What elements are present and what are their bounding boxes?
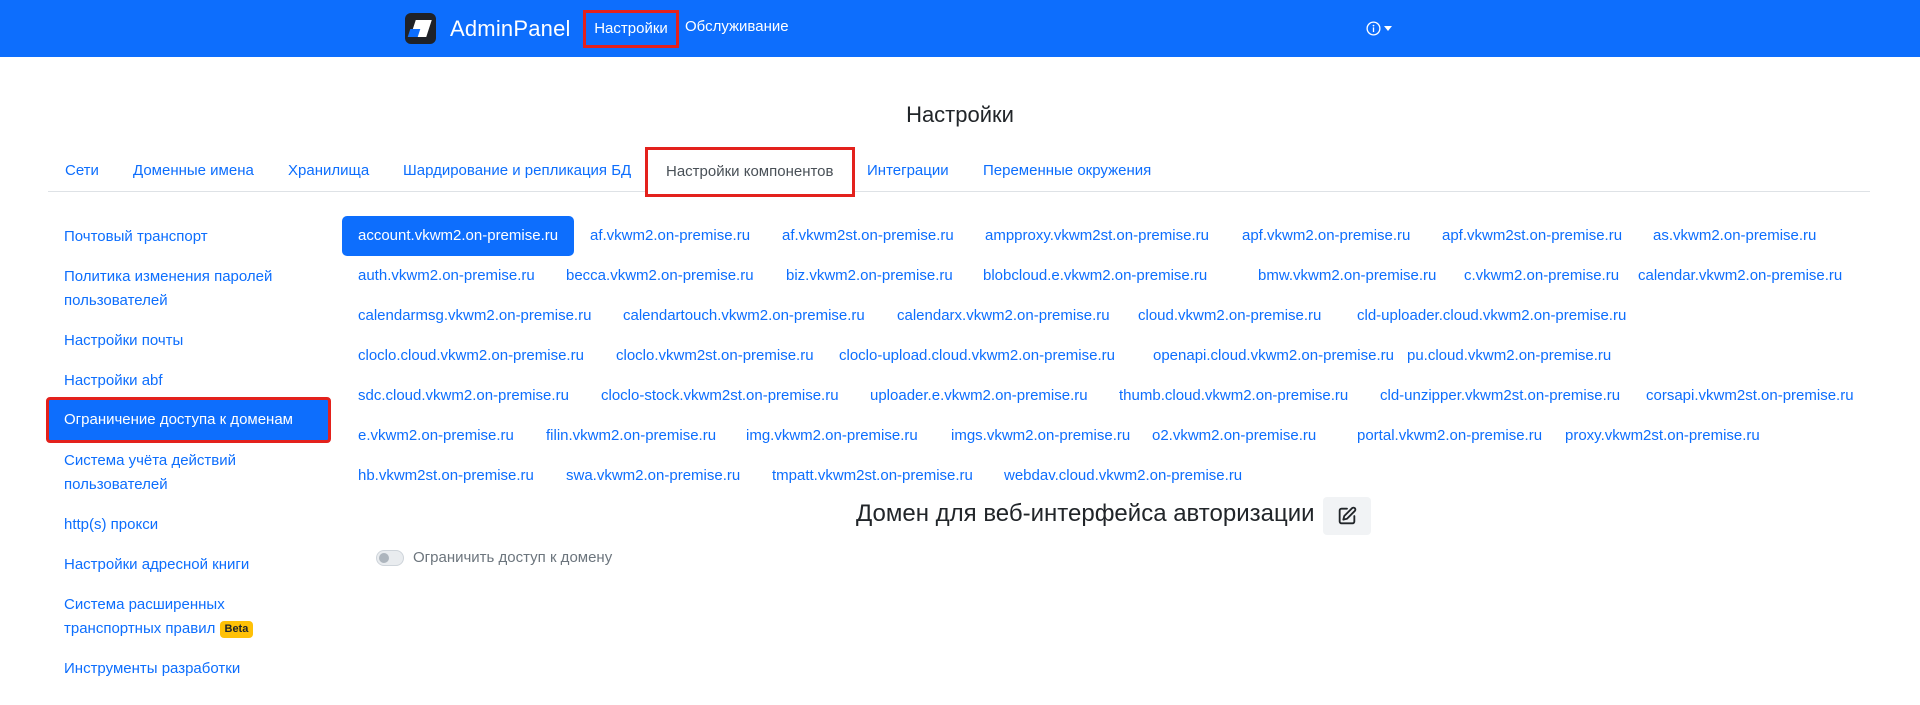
domain-pill[interactable]: swa.vkwm2.on-premise.ru xyxy=(550,456,756,496)
domain-pill[interactable]: openapi.cloud.vkwm2.on-premise.ru xyxy=(1137,336,1410,376)
sidebar-item-label: Система учёта действий xyxy=(64,452,237,469)
domain-pill[interactable]: ampproxy.vkwm2st.on-premise.ru xyxy=(969,216,1225,256)
edit-icon xyxy=(1338,506,1357,525)
domain-pill[interactable]: pu.cloud.vkwm2.on-premise.ru xyxy=(1391,336,1627,376)
restrict-access-label: Ограничить доступ к домену xyxy=(413,549,613,566)
edit-button[interactable] xyxy=(1323,497,1371,535)
sidebar-item-label: Настройки почты xyxy=(64,332,184,349)
domain-pill[interactable]: calendartouch.vkwm2.on-premise.ru xyxy=(607,296,881,336)
restrict-access-row: Ограничить доступ к домену xyxy=(376,549,612,566)
sidebar-item-abf-settings[interactable]: Настройки abf xyxy=(46,369,331,393)
brand-name: AdminPanel xyxy=(450,15,571,41)
info-dropdown[interactable] xyxy=(1366,21,1392,36)
sidebar-item-mail-settings[interactable]: Настройки почты xyxy=(46,329,331,353)
domain-pill[interactable]: apf.vkwm2.on-premise.ru xyxy=(1226,216,1426,256)
tab-domain-names[interactable]: Доменные имена xyxy=(133,162,254,179)
domain-pill[interactable]: o2.vkwm2.on-premise.ru xyxy=(1136,416,1332,456)
tab-networks[interactable]: Сети xyxy=(65,162,99,179)
sidebar-item-user-activity-audit[interactable]: Система учёта действий пользователей xyxy=(46,449,331,497)
sidebar-item-label: пользователей xyxy=(64,292,168,309)
domain-pill[interactable]: apf.vkwm2st.on-premise.ru xyxy=(1426,216,1638,256)
domain-pill[interactable]: sdc.cloud.vkwm2.on-premise.ru xyxy=(342,376,585,416)
domain-pill[interactable]: cloclo-upload.cloud.vkwm2.on-premise.ru xyxy=(823,336,1131,376)
domain-pill[interactable]: cloud.vkwm2.on-premise.ru xyxy=(1122,296,1337,336)
domain-pill[interactable]: c.vkwm2.on-premise.ru xyxy=(1448,256,1635,296)
chevron-down-icon xyxy=(1384,26,1392,31)
info-circle-icon xyxy=(1366,21,1381,36)
brand[interactable]: AdminPanel xyxy=(405,13,571,44)
domain-pill[interactable]: proxy.vkwm2st.on-premise.ru xyxy=(1549,416,1776,456)
domain-pill[interactable]: portal.vkwm2.on-premise.ru xyxy=(1341,416,1558,456)
tab-component-settings[interactable]: Настройки компонентов xyxy=(645,147,855,197)
domain-pill[interactable]: bmw.vkwm2.on-premise.ru xyxy=(1242,256,1452,296)
sidebar-item-extended-transport-rules[interactable]: Система расширенных транспортных правил … xyxy=(46,593,331,641)
domain-pill[interactable]: biz.vkwm2.on-premise.ru xyxy=(770,256,969,296)
settings-tabs: Сети Доменные имена Хранилища Шардирован… xyxy=(48,145,1870,197)
domain-pill[interactable]: cld-unzipper.vkwm2st.on-premise.ru xyxy=(1364,376,1636,416)
sidebar-item-label: http(s) прокси xyxy=(64,516,159,533)
domain-pill[interactable]: img.vkwm2.on-premise.ru xyxy=(730,416,934,456)
domain-pill[interactable]: calendar.vkwm2.on-premise.ru xyxy=(1622,256,1858,296)
domain-pill[interactable]: filin.vkwm2.on-premise.ru xyxy=(530,416,732,456)
domain-pill[interactable]: cld-uploader.cloud.vkwm2.on-premise.ru xyxy=(1341,296,1642,336)
sidebar-item-address-book-settings[interactable]: Настройки адресной книги xyxy=(46,553,331,577)
domain-pill[interactable]: cloclo-stock.vkwm2st.on-premise.ru xyxy=(585,376,855,416)
sidebar-item-label: Система расширенных xyxy=(64,596,225,613)
sidebar-item-label: Почтовый транспорт xyxy=(64,228,208,245)
domain-pill[interactable]: becca.vkwm2.on-premise.ru xyxy=(550,256,770,296)
domain-pill[interactable]: calendarmsg.vkwm2.on-premise.ru xyxy=(342,296,607,336)
app-logo-icon xyxy=(405,13,436,44)
tab-integrations[interactable]: Интеграции xyxy=(867,162,949,179)
restrict-access-toggle[interactable] xyxy=(376,549,404,566)
domain-pill[interactable]: as.vkwm2.on-premise.ru xyxy=(1637,216,1832,256)
domain-pill[interactable]: calendarx.vkwm2.on-premise.ru xyxy=(881,296,1126,336)
tab-storages[interactable]: Хранилища xyxy=(288,162,369,179)
sidebar-item-label: пользователей xyxy=(64,476,168,493)
tab-environment-variables[interactable]: Переменные окружения xyxy=(983,162,1151,179)
sidebar-item-developer-tools[interactable]: Инструменты разработки xyxy=(46,657,331,681)
domain-pill[interactable]: blobcloud.e.vkwm2.on-premise.ru xyxy=(967,256,1223,296)
sidebar-item-http-proxy[interactable]: http(s) прокси xyxy=(46,513,331,537)
sidebar-item-label: Ограничение доступа к доменам xyxy=(64,411,293,428)
page-title: Настройки xyxy=(906,102,1014,127)
sidebar-item-mail-transport[interactable]: Почтовый транспорт xyxy=(46,225,331,249)
tab-db-sharding[interactable]: Шардирование и репликация БД xyxy=(403,162,631,179)
domain-pill[interactable]: auth.vkwm2.on-premise.ru xyxy=(342,256,551,296)
sidebar-item-label: Инструменты разработки xyxy=(64,660,241,677)
domain-pill[interactable]: thumb.cloud.vkwm2.on-premise.ru xyxy=(1103,376,1364,416)
sidebar-item-label: Политика изменения паролей xyxy=(64,268,273,285)
domain-pill[interactable]: account.vkwm2.on-premise.ru xyxy=(342,216,575,256)
nav-link-settings[interactable]: Настройки xyxy=(583,10,679,48)
section-title: Домен для веб-интерфейса авторизации xyxy=(856,500,1315,527)
domain-pill[interactable]: cloclo.vkwm2st.on-premise.ru xyxy=(600,336,830,376)
domain-pill[interactable]: hb.vkwm2st.on-premise.ru xyxy=(342,456,550,496)
domain-pill[interactable]: af.vkwm2.on-premise.ru xyxy=(574,216,766,256)
domain-pill[interactable]: cloclo.cloud.vkwm2.on-premise.ru xyxy=(342,336,600,376)
sidebar-item-label: транспортных правил xyxy=(64,620,216,637)
domain-pill[interactable]: af.vkwm2st.on-premise.ru xyxy=(766,216,970,256)
domain-pill[interactable]: tmpatt.vkwm2st.on-premise.ru xyxy=(756,456,989,496)
beta-badge: Beta xyxy=(219,620,254,638)
sidebar-item-password-policy[interactable]: Политика изменения паролей пользователей xyxy=(46,265,331,313)
sidebar-item-label: Настройки адресной книги xyxy=(64,556,250,573)
domain-pill[interactable]: corsapi.vkwm2st.on-premise.ru xyxy=(1630,376,1870,416)
domain-pill[interactable]: webdav.cloud.vkwm2.on-premise.ru xyxy=(988,456,1258,496)
top-navbar: AdminPanel Настройки Обслуживание xyxy=(0,0,1920,57)
sidebar-item-label: Настройки abf xyxy=(64,372,163,389)
domain-pill[interactable]: uploader.e.vkwm2.on-premise.ru xyxy=(854,376,1104,416)
domain-pill[interactable]: e.vkwm2.on-premise.ru xyxy=(342,416,530,456)
nav-link-maintenance[interactable]: Обслуживание xyxy=(685,18,789,35)
sidebar-item-domain-access-restriction[interactable]: Ограничение доступа к доменам xyxy=(46,397,331,443)
domain-pill[interactable]: imgs.vkwm2.on-premise.ru xyxy=(935,416,1146,456)
